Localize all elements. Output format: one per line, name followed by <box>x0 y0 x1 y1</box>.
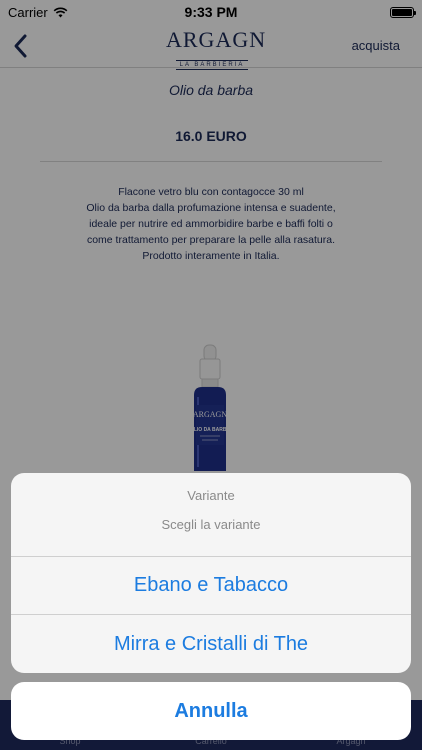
variant-option-ebano-tabacco[interactable]: Ebano e Tabacco <box>11 557 411 615</box>
cancel-button[interactable]: Annulla <box>11 682 411 740</box>
variant-option-mirra-cristalli[interactable]: Mirra e Cristalli di The <box>11 615 411 673</box>
action-sheet-title: Variante <box>187 488 235 503</box>
action-sheet-message: Scegli la variante <box>161 517 261 532</box>
variant-action-sheet: Variante Scegli la variante Ebano e Taba… <box>11 473 411 673</box>
action-sheet-header: Variante Scegli la variante <box>11 473 411 557</box>
